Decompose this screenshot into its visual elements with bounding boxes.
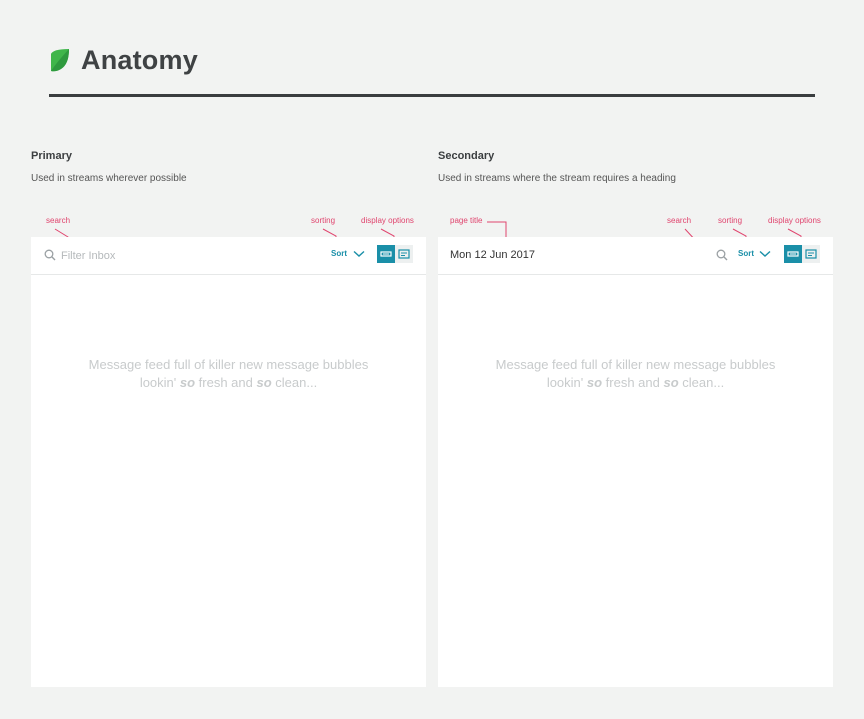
chevron-down-icon[interactable]: [353, 250, 365, 258]
annotation-search: search: [667, 216, 692, 225]
expanded-list-icon: [805, 249, 817, 259]
placeholder-line-1: Message feed full of killer new message …: [88, 357, 369, 372]
annotation-display-options: display options: [361, 216, 414, 225]
annotation-page-title: page title: [450, 216, 483, 225]
leaf-logo-icon: [51, 49, 69, 72]
section-heading: Primary: [31, 150, 72, 162]
placeholder-emphasis: so: [179, 375, 196, 390]
placeholder-text: clean...: [678, 375, 725, 390]
page-header: Anatomy: [49, 44, 198, 76]
search-icon: [44, 249, 56, 261]
placeholder-text: fresh and: [195, 375, 257, 390]
sort-button[interactable]: Sort: [738, 249, 754, 258]
placeholder-text: lookin': [139, 375, 180, 390]
primary-stream-panel: Sort Message feed full of killer new mes…: [31, 237, 426, 687]
search-icon[interactable]: [716, 249, 728, 261]
message-feed-placeholder: Message feed full of killer new message …: [31, 356, 426, 392]
expanded-list-icon: [398, 249, 410, 259]
chevron-down-icon[interactable]: [759, 250, 771, 258]
placeholder-emphasis: so: [256, 375, 272, 390]
sort-button[interactable]: Sort: [331, 249, 347, 258]
stream-page-title: Mon 12 Jun 2017: [450, 249, 536, 261]
page-title: Anatomy: [81, 44, 198, 75]
placeholder-emphasis: so: [663, 375, 679, 390]
placeholder-line-1: Message feed full of killer new message …: [495, 357, 776, 372]
stream-toolbar: Mon 12 Jun 2017 Sort: [438, 237, 833, 275]
annotation-sorting: sorting: [718, 216, 743, 225]
message-feed-placeholder: Message feed full of killer new message …: [438, 356, 833, 392]
section-description: Used in streams where the stream require…: [438, 173, 676, 184]
stream-toolbar: Sort: [31, 237, 426, 275]
placeholder-emphasis: so: [586, 375, 603, 390]
placeholder-line-2: lookin' so fresh and so clean...: [31, 374, 426, 392]
placeholder-text: fresh and: [602, 375, 664, 390]
secondary-stream-panel: Mon 12 Jun 2017 Sort Message feed full o…: [438, 237, 833, 687]
annotation-display-options: display options: [768, 216, 821, 225]
compact-view-button[interactable]: [784, 245, 802, 263]
compact-list-icon: [787, 251, 799, 257]
header-divider: [49, 94, 815, 97]
placeholder-line-2: lookin' so fresh and so clean...: [438, 374, 833, 392]
section-heading: Secondary: [438, 150, 495, 162]
compact-view-button[interactable]: [377, 245, 395, 263]
filter-inbox-input[interactable]: [61, 248, 261, 264]
placeholder-text: lookin': [546, 375, 587, 390]
expanded-view-button[interactable]: [395, 245, 413, 263]
annotation-sorting: sorting: [311, 216, 336, 225]
compact-list-icon: [380, 251, 392, 257]
placeholder-text: clean...: [271, 375, 318, 390]
expanded-view-button[interactable]: [802, 245, 820, 263]
annotation-search: search: [46, 216, 71, 225]
section-description: Used in streams wherever possible: [31, 173, 187, 184]
